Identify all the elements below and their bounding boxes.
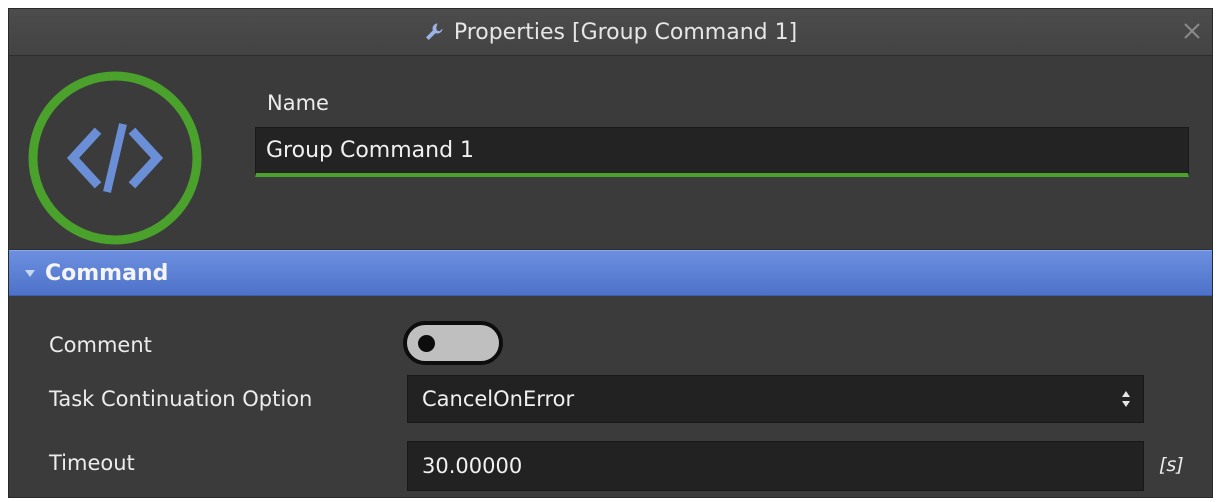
section-header-command[interactable]: Command	[9, 250, 1212, 296]
title-bar: Properties [Group Command 1]	[9, 9, 1212, 56]
timeout-input[interactable]: 30.00000	[407, 441, 1144, 491]
comment-toggle[interactable]	[403, 321, 503, 365]
name-label: Name	[267, 91, 329, 115]
task-continuation-select[interactable]: CancelOnError	[407, 375, 1144, 423]
properties-panel: Properties [Group Command 1] Name Group …	[8, 8, 1213, 498]
window-title: Properties [Group Command 1]	[453, 19, 798, 45]
close-icon[interactable]	[1180, 19, 1204, 43]
updown-icon	[1122, 391, 1130, 407]
section-title: Command	[45, 260, 169, 286]
wrench-icon	[425, 23, 443, 40]
code-icon	[28, 71, 202, 245]
timeout-label: Timeout	[49, 451, 135, 475]
name-input-value: Group Command 1	[266, 138, 475, 163]
comment-label: Comment	[49, 333, 152, 357]
timeout-unit: [s]	[1159, 454, 1184, 476]
caret-down-icon	[25, 270, 35, 277]
task-continuation-value: CancelOnError	[422, 387, 575, 411]
task-continuation-label: Task Continuation Option	[49, 387, 313, 411]
name-input[interactable]: Group Command 1	[255, 127, 1189, 177]
window-title-wrap: Properties [Group Command 1]	[9, 9, 1212, 55]
toggle-knob	[418, 335, 435, 352]
timeout-value: 30.00000	[422, 454, 523, 478]
